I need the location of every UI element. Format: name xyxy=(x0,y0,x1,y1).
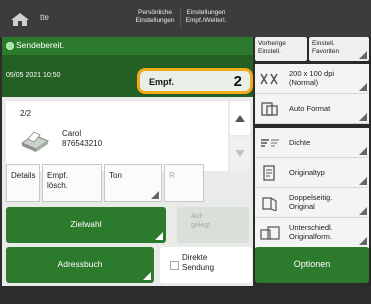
on-hook-label: Auf- xyxy=(191,213,204,220)
divider xyxy=(180,8,181,28)
corner-marker-icon xyxy=(359,83,367,91)
r-button[interactable]: R xyxy=(164,164,204,202)
corner-marker-icon xyxy=(359,177,367,185)
personal-settings-label-2: Einstellungen xyxy=(135,17,175,24)
corner-marker-icon xyxy=(359,51,367,59)
original-type-label: Originaltyp xyxy=(289,168,325,177)
density-label: Dichte xyxy=(289,138,311,147)
destination-number: 876543210 xyxy=(62,139,103,148)
duplex-original-label: Doppelseitig. Original xyxy=(289,193,332,211)
direct-send-checkbox[interactable] xyxy=(170,261,179,270)
original-type-setting[interactable]: Originaltyp xyxy=(255,158,369,188)
direct-send-toggle[interactable]: Direkte Sendung xyxy=(160,247,252,283)
destination-counter: 2/2 xyxy=(20,109,32,118)
destination-scroll xyxy=(230,101,250,171)
resolution-icon xyxy=(259,71,281,90)
density-icon xyxy=(259,135,281,154)
corner-marker-icon xyxy=(359,147,367,155)
tone-label: Ton xyxy=(109,171,122,180)
direct-send-label: Direkte Sendung xyxy=(182,253,214,273)
different-size-icon xyxy=(259,225,281,244)
destination-card[interactable]: 2/2 Carol 876543210 xyxy=(6,101,228,171)
details-label: Details xyxy=(11,171,36,180)
duplex-line1: Doppelseitig. xyxy=(289,193,333,202)
address-book-button[interactable]: Adressbuch xyxy=(6,247,154,283)
corner-marker-icon xyxy=(143,272,151,280)
resolution-value: 200 x 100 dpi xyxy=(289,69,335,78)
previous-settings-button[interactable]: Vorherige Einstell. xyxy=(255,37,307,61)
options-button[interactable]: Optionen xyxy=(255,247,369,283)
r-label: R xyxy=(169,171,175,180)
auto-format-label: Auto Format xyxy=(289,104,331,113)
on-hook-button[interactable]: Auf- gelegt xyxy=(177,207,249,243)
direct-send-line1: Direkte xyxy=(182,253,208,262)
options-label: Optionen xyxy=(293,259,331,269)
status-bar: Sendebereit. xyxy=(2,37,253,55)
corner-marker-icon xyxy=(359,113,367,121)
corner-marker-icon xyxy=(359,237,367,245)
home-label: tte xyxy=(40,13,49,22)
favorite-settings-label-2: Favoriten xyxy=(312,48,340,55)
tone-button[interactable]: Ton xyxy=(104,164,162,202)
delete-recipient-label-2: lösch. xyxy=(47,181,68,190)
top-bar: tte Persönliche Einstellungen Einstellun… xyxy=(0,0,371,37)
different-size-originals-setting[interactable]: Unterschiedl. Originalform. xyxy=(255,218,369,248)
status-text: Sendebereit. xyxy=(16,40,65,50)
favorite-settings-button[interactable]: Einstell. Favoriten xyxy=(309,37,369,61)
different-size-line1: Unterschiedl. xyxy=(289,223,333,232)
recipient-count-button[interactable]: Empf. 2 xyxy=(137,68,253,94)
resolution-setting[interactable]: 200 x 100 dpi (Normal) xyxy=(255,64,369,94)
receive-forward-label: Einstellungen xyxy=(186,9,226,16)
previous-settings-label: Vorherige xyxy=(258,40,286,47)
speed-dial-label: Zielwahl xyxy=(70,219,102,229)
screen: tte Persönliche Einstellungen Einstellun… xyxy=(0,0,371,304)
destination-name: Carol xyxy=(62,129,82,138)
fax-machine-icon xyxy=(20,129,50,156)
home-icon xyxy=(9,11,31,30)
send-panel: Sendebereit. 05/05 2021 10:50 Empf. 2 2/… xyxy=(2,37,253,286)
recipient-label: Empf. xyxy=(149,77,175,87)
home-button[interactable]: tte xyxy=(6,8,64,30)
original-type-icon xyxy=(259,165,281,184)
different-size-line2: Originalform. xyxy=(289,232,332,241)
resolution-mode: (Normal) xyxy=(289,78,319,87)
favorite-settings-label: Einstell. xyxy=(312,40,335,47)
corner-marker-icon xyxy=(155,232,163,240)
scroll-up-button[interactable] xyxy=(230,101,250,135)
receive-forward-label-2: Empf./Weiterl. xyxy=(185,17,227,24)
personal-settings-button[interactable]: Persönliche Einstellungen xyxy=(131,4,179,32)
recipient-count: 2 xyxy=(233,73,242,90)
density-setting[interactable]: Dichte xyxy=(255,128,369,158)
different-size-label: Unterschiedl. Originalform. xyxy=(289,223,333,241)
direct-send-line2: Sendung xyxy=(182,263,215,272)
auto-format-icon xyxy=(259,101,281,120)
personal-settings-label: Persönliche xyxy=(138,9,172,16)
settings-panel: Vorherige Einstell. Einstell. Favoriten … xyxy=(255,37,371,286)
corner-marker-icon xyxy=(359,207,367,215)
ready-indicator-icon xyxy=(6,42,14,50)
address-book-label: Adressbuch xyxy=(57,259,103,269)
speed-dial-button[interactable]: Zielwahl xyxy=(6,207,166,243)
datetime: 05/05 2021 10:50 xyxy=(6,72,61,79)
destination-actions: Details Empf. lösch. Ton R xyxy=(2,164,253,202)
resolution-label: 200 x 100 dpi (Normal) xyxy=(289,69,334,87)
delete-recipient-label: Empf. xyxy=(47,171,68,180)
details-button[interactable]: Details xyxy=(6,164,40,202)
duplex-original-icon xyxy=(259,195,281,214)
destination-name-block: Carol 876543210 xyxy=(62,129,102,149)
corner-marker-icon xyxy=(151,191,159,199)
delete-recipient-button[interactable]: Empf. lösch. xyxy=(42,164,102,202)
scan-size-setting[interactable]: Auto Format xyxy=(255,94,369,124)
arrow-up-icon xyxy=(235,115,245,122)
receive-forward-settings-button[interactable]: Einstellungen Empf./Weiterl. xyxy=(182,4,230,32)
duplex-line2: Original xyxy=(289,202,315,211)
duplex-original-setting[interactable]: Doppelseitig. Original xyxy=(255,188,369,218)
on-hook-label-2: gelegt xyxy=(191,222,211,229)
previous-settings-label-2: Einstell. xyxy=(258,48,281,55)
